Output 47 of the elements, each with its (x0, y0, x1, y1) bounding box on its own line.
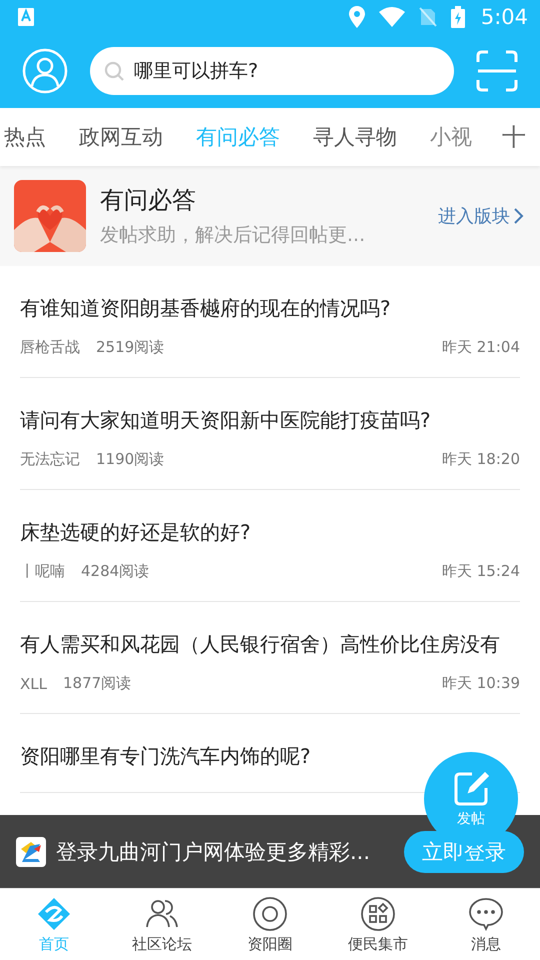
status-time: 5:04 (480, 5, 528, 29)
add-tab-button[interactable]: 十 (484, 108, 540, 166)
board-title: 有问必答 (100, 185, 197, 216)
post-author: XLL (20, 674, 47, 692)
battery-icon (450, 6, 465, 28)
enter-board-link[interactable]: 进入版块 (438, 204, 524, 228)
nav-tab[interactable]: 社区论坛 (108, 889, 216, 960)
post-title[interactable]: 有人需买和风花园（人民银行宿舍）高性价比住房没有 (20, 628, 500, 660)
scan-icon[interactable] (476, 50, 518, 92)
post-reads: 2519阅读 (96, 338, 164, 357)
board-description: 发帖求助，解决后记得回帖更... (100, 223, 366, 248)
profile-icon[interactable] (22, 48, 68, 94)
app-logo-icon (16, 836, 46, 866)
nav-tab[interactable]: 资阳圈 (216, 889, 324, 960)
search-field[interactable]: 哪里可以拼车? (90, 47, 454, 95)
post-author: 无法忘记 (20, 450, 80, 469)
tab[interactable]: 小视 (430, 123, 476, 151)
chevron-right-icon (512, 207, 524, 225)
app-notification-icon (18, 8, 34, 26)
circle-icon (252, 896, 288, 932)
post-time: 昨天 10:39 (442, 674, 520, 693)
grid-icon (360, 896, 396, 932)
post-title[interactable]: 床垫选硬的好还是软的好? (20, 516, 251, 548)
post-author: 丨呢喃 (20, 562, 65, 581)
chat-icon (468, 896, 504, 932)
post-time: 昨天 18:20 (442, 450, 520, 469)
post-time: 昨天 15:24 (442, 562, 520, 581)
wifi-icon (378, 7, 405, 27)
post-time: 昨天 21:04 (442, 338, 520, 357)
search-icon (104, 61, 124, 81)
post-author: 唇枪舌战 (20, 338, 80, 357)
nav-tab[interactable]: 便民集市 (324, 889, 432, 960)
location-icon (348, 6, 365, 28)
tab[interactable]: 热点 (4, 123, 46, 151)
nav-tab[interactable]: 消息 (432, 889, 540, 960)
login-prompt: 登录九曲河门户网体验更多精彩... (56, 838, 372, 866)
home-icon (36, 896, 72, 932)
no-sim-icon (418, 7, 437, 27)
post-reads: 4284阅读 (81, 562, 150, 581)
post-title[interactable]: 请问有大家知道明天资阳新中医院能打疫苗吗? (20, 404, 431, 436)
post-title[interactable]: 有谁知道资阳朗基香樾府的现在的情况吗? (20, 292, 391, 324)
tab[interactable]: 寻人寻物 (313, 123, 397, 151)
post-title[interactable]: 资阳哪里有专门洗汽车内饰的呢? (20, 740, 311, 772)
post-reads: 1190阅读 (96, 450, 164, 469)
tab[interactable]: 政网互动 (79, 123, 163, 151)
edit-icon (452, 770, 490, 808)
post-reads: 1877阅读 (63, 674, 132, 693)
